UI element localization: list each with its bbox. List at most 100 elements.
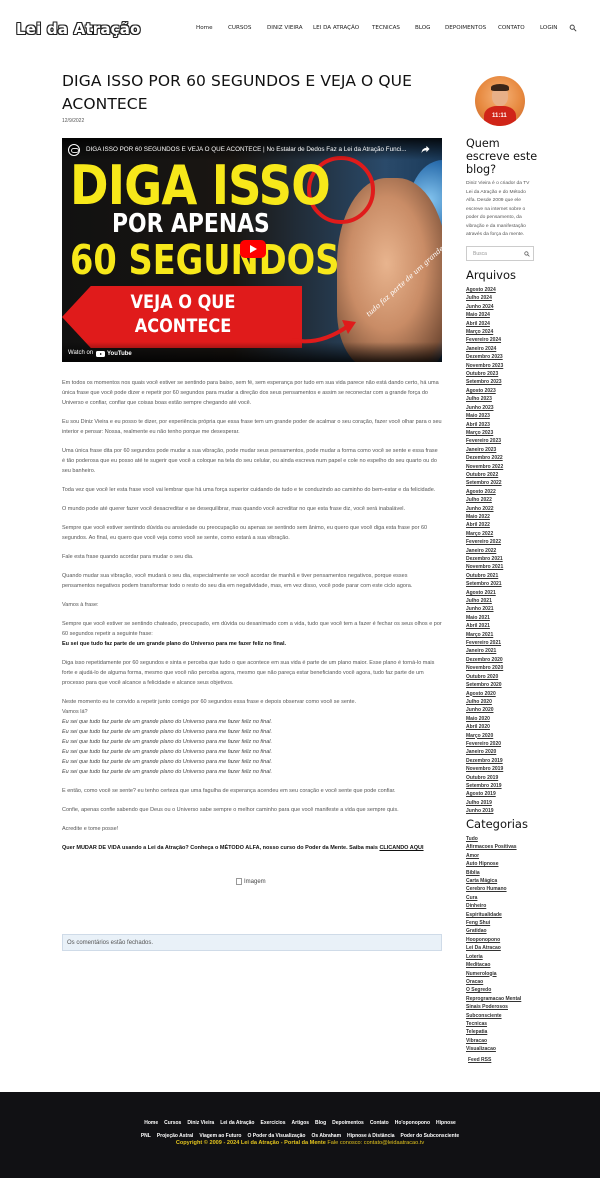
nav-login[interactable]: LOGIN bbox=[540, 25, 558, 31]
footer-link[interactable]: O Poder da Visualização bbox=[247, 1133, 305, 1139]
category-link[interactable]: Oracao bbox=[466, 978, 546, 986]
archive-link[interactable]: Junho 2021 bbox=[466, 605, 546, 613]
archive-link[interactable]: Agosto 2021 bbox=[466, 589, 546, 597]
nav-home[interactable]: Home bbox=[196, 25, 213, 31]
channel-avatar-icon[interactable] bbox=[68, 144, 80, 156]
category-link[interactable]: Hooponopono bbox=[466, 936, 546, 944]
footer-link[interactable]: Cursos bbox=[164, 1120, 181, 1126]
archive-link[interactable]: Março 2022 bbox=[466, 530, 546, 538]
category-link[interactable]: Telepatia bbox=[466, 1028, 546, 1036]
archive-link[interactable]: Fevereiro 2022 bbox=[466, 538, 546, 546]
footer-link[interactable]: Home bbox=[144, 1120, 158, 1126]
nav-contato[interactable]: CONTATO bbox=[498, 25, 525, 31]
archive-link[interactable]: Julho 2023 bbox=[466, 395, 546, 403]
archive-link[interactable]: Abril 2022 bbox=[466, 521, 546, 529]
contact-text[interactable]: Fale conosco: contato@leidaatracao.tv bbox=[327, 1140, 424, 1146]
archive-link[interactable]: Março 2023 bbox=[466, 429, 546, 437]
archive-link[interactable]: Junho 2020 bbox=[466, 706, 546, 714]
archive-link[interactable]: Dezembro 2023 bbox=[466, 353, 546, 361]
footer-link[interactable]: Os Abraham bbox=[311, 1133, 341, 1139]
archive-link[interactable]: Agosto 2020 bbox=[466, 690, 546, 698]
share-icon[interactable] bbox=[421, 145, 430, 154]
archive-link[interactable]: Julho 2021 bbox=[466, 597, 546, 605]
archive-link[interactable]: Setembro 2019 bbox=[466, 782, 546, 790]
archive-link[interactable]: Novembro 2019 bbox=[466, 765, 546, 773]
category-link[interactable]: Espiritualidade bbox=[466, 911, 546, 919]
archive-link[interactable]: Dezembro 2019 bbox=[466, 757, 546, 765]
youtube-logo[interactable]: YouTube bbox=[96, 351, 132, 357]
archive-link[interactable]: Julho 2019 bbox=[466, 799, 546, 807]
archive-link[interactable]: Março 2021 bbox=[466, 631, 546, 639]
archive-link[interactable]: Dezembro 2020 bbox=[466, 656, 546, 664]
category-link[interactable]: Cura bbox=[466, 894, 546, 902]
category-link[interactable]: O Segredo bbox=[466, 986, 546, 994]
archive-link[interactable]: Outubro 2022 bbox=[466, 471, 546, 479]
nav-lei-da-atracao[interactable]: LEI DA ATRAÇÃO bbox=[313, 25, 359, 31]
sidebar-search-input[interactable]: Busca bbox=[466, 246, 534, 261]
footer-link[interactable]: Poder do Subconsciente bbox=[401, 1133, 460, 1139]
archive-link[interactable]: Abril 2023 bbox=[466, 421, 546, 429]
footer-link[interactable]: Hipnose à Distância bbox=[347, 1133, 395, 1139]
category-link[interactable]: Numerologia bbox=[466, 970, 546, 978]
category-link[interactable]: Sinais Poderosos bbox=[466, 1003, 546, 1011]
archive-link[interactable]: Setembro 2021 bbox=[466, 580, 546, 588]
nav-cursos[interactable]: CURSOS bbox=[228, 25, 251, 31]
category-link[interactable]: Afirmacoes Positivas bbox=[466, 843, 546, 851]
site-logo[interactable]: Lei da Atração bbox=[16, 20, 141, 38]
archive-link[interactable]: Janeiro 2022 bbox=[466, 547, 546, 555]
rss-feed-link[interactable]: Feed RSS bbox=[468, 1057, 491, 1063]
archive-link[interactable]: Março 2024 bbox=[466, 328, 546, 336]
archive-link[interactable]: Novembro 2020 bbox=[466, 664, 546, 672]
category-link[interactable]: Reprogramacao Mental bbox=[466, 995, 546, 1003]
archive-link[interactable]: Março 2020 bbox=[466, 732, 546, 740]
footer-link[interactable]: Artigos bbox=[292, 1120, 310, 1126]
archive-link[interactable]: Novembro 2023 bbox=[466, 362, 546, 370]
archive-link[interactable]: Abril 2021 bbox=[466, 622, 546, 630]
archive-link[interactable]: Agosto 2024 bbox=[466, 286, 546, 294]
archive-link[interactable]: Setembro 2022 bbox=[466, 479, 546, 487]
category-link[interactable]: Subconsciente bbox=[466, 1012, 546, 1020]
cta-link[interactable]: CLICANDO AQUI bbox=[379, 845, 423, 851]
footer-link[interactable]: Hipnose bbox=[436, 1120, 456, 1126]
category-link[interactable]: Amor bbox=[466, 852, 546, 860]
footer-link[interactable]: Viagem ao Futuro bbox=[199, 1133, 241, 1139]
archive-link[interactable]: Janeiro 2020 bbox=[466, 748, 546, 756]
archive-link[interactable]: Junho 2023 bbox=[466, 404, 546, 412]
archive-link[interactable]: Dezembro 2021 bbox=[466, 555, 546, 563]
archive-link[interactable]: Novembro 2021 bbox=[466, 563, 546, 571]
category-link[interactable]: Bíblia bbox=[466, 869, 546, 877]
category-link[interactable]: Vibracao bbox=[466, 1037, 546, 1045]
archive-link[interactable]: Janeiro 2021 bbox=[466, 647, 546, 655]
footer-link[interactable]: Depoimentos bbox=[332, 1120, 364, 1126]
archive-link[interactable]: Abril 2020 bbox=[466, 723, 546, 731]
archive-link[interactable]: Setembro 2020 bbox=[466, 681, 546, 689]
archive-link[interactable]: Fevereiro 2023 bbox=[466, 437, 546, 445]
archive-link[interactable]: Setembro 2023 bbox=[466, 378, 546, 386]
archive-link[interactable]: Maio 2024 bbox=[466, 311, 546, 319]
category-link[interactable]: Visualizacao bbox=[466, 1045, 546, 1053]
archive-link[interactable]: Abril 2024 bbox=[466, 320, 546, 328]
archive-link[interactable]: Agosto 2019 bbox=[466, 790, 546, 798]
footer-link[interactable]: Exercícios bbox=[261, 1120, 286, 1126]
archive-link[interactable]: Fevereiro 2020 bbox=[466, 740, 546, 748]
archive-link[interactable]: Agosto 2023 bbox=[466, 387, 546, 395]
category-link[interactable]: Feng Shui bbox=[466, 919, 546, 927]
archive-link[interactable]: Maio 2022 bbox=[466, 513, 546, 521]
footer-link[interactable]: PNL bbox=[141, 1133, 151, 1139]
archive-link[interactable]: Novembro 2022 bbox=[466, 463, 546, 471]
archive-link[interactable]: Outubro 2023 bbox=[466, 370, 546, 378]
category-link[interactable]: Auto Hipnose bbox=[466, 860, 546, 868]
nav-blog[interactable]: BLOG bbox=[415, 25, 431, 31]
archive-link[interactable]: Janeiro 2024 bbox=[466, 345, 546, 353]
archive-link[interactable]: Agosto 2022 bbox=[466, 488, 546, 496]
archive-link[interactable]: Outubro 2020 bbox=[466, 673, 546, 681]
category-link[interactable]: Meditacao bbox=[466, 961, 546, 969]
category-link[interactable]: Carta Mágica bbox=[466, 877, 546, 885]
category-link[interactable]: Lei Da Atracao bbox=[466, 944, 546, 952]
archive-link[interactable]: Junho 2024 bbox=[466, 303, 546, 311]
category-link[interactable]: Cerebro Humano bbox=[466, 885, 546, 893]
watch-on-label[interactable]: Watch on bbox=[68, 350, 93, 356]
category-link[interactable]: Dinheiro bbox=[466, 902, 546, 910]
archive-link[interactable]: Junho 2022 bbox=[466, 505, 546, 513]
archive-link[interactable]: Dezembro 2022 bbox=[466, 454, 546, 462]
